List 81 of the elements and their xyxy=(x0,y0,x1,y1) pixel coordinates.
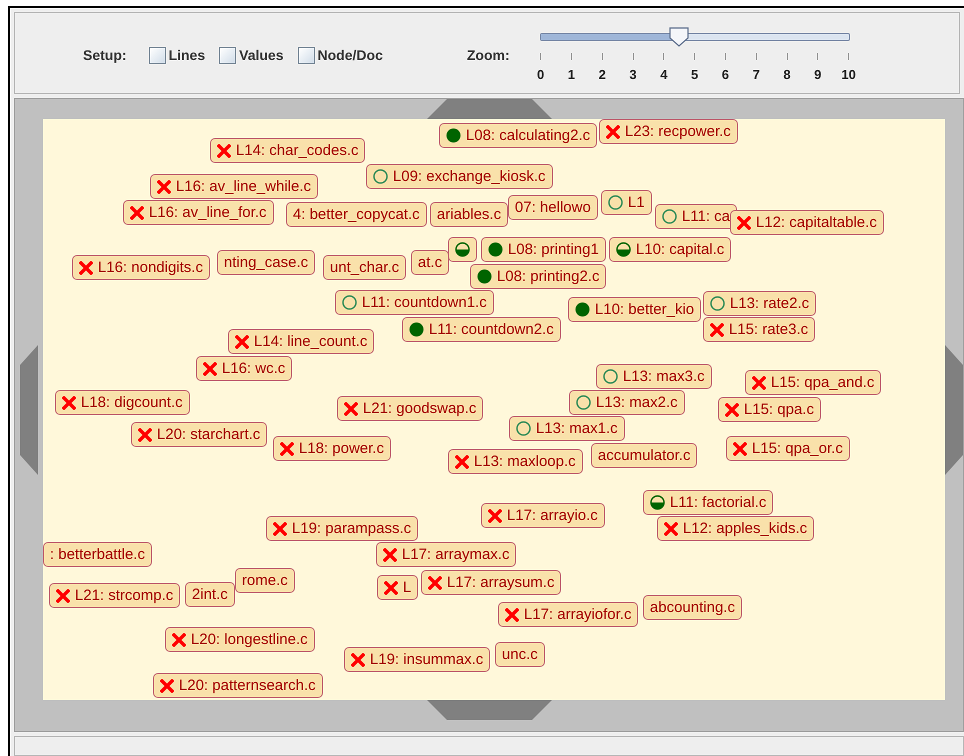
file-node[interactable]: L17: arraymax.c xyxy=(376,542,516,567)
file-node[interactable]: nting_case.c xyxy=(216,250,316,275)
tick-label: 9 xyxy=(814,66,822,84)
file-node[interactable]: L11: ca xyxy=(654,204,737,229)
file-node[interactable]: L16: av_line_while.c xyxy=(150,174,318,199)
file-node[interactable]: L xyxy=(376,575,418,600)
file-node[interactable]: 4: better_copycat.c xyxy=(286,202,427,227)
file-node[interactable]: L15: rate3.c xyxy=(702,317,816,342)
tick-label: 6 xyxy=(722,66,730,84)
file-node[interactable]: L1 xyxy=(600,190,652,215)
tick-label: 10 xyxy=(841,66,856,84)
file-node[interactable]: L14: line_count.c xyxy=(228,329,374,354)
file-node[interactable]: abcounting.c xyxy=(642,595,742,620)
file-node[interactable]: L08: printing2.c xyxy=(470,264,606,289)
file-node[interactable]: L16: wc.c xyxy=(196,356,292,381)
tick-label: 2 xyxy=(598,66,606,84)
file-node[interactable]: L13: rate2.c xyxy=(702,291,816,316)
tick-label: 0 xyxy=(537,66,544,84)
tick-label: 8 xyxy=(783,66,791,84)
file-node[interactable]: L15: qpa_and.c xyxy=(744,370,882,395)
tick-label: 3 xyxy=(629,66,637,84)
file-node[interactable]: unt_char.c xyxy=(322,255,406,280)
file-node[interactable]: L19: insummax.c xyxy=(344,647,490,672)
file-node[interactable]: L15: qpa_or.c xyxy=(726,436,850,461)
zoom-slider[interactable] xyxy=(540,27,850,47)
file-node[interactable]: unc.c xyxy=(494,642,545,667)
file-node[interactable]: at.c xyxy=(410,250,450,275)
file-node[interactable]: accumulator.c xyxy=(590,443,698,468)
scroll-down-arrow-icon[interactable] xyxy=(426,700,552,720)
zoom-label: Zoom: xyxy=(466,46,510,65)
file-node[interactable]: L14: char_codes.c xyxy=(210,138,366,163)
file-node[interactable]: L16: av_line_for.c xyxy=(122,200,274,225)
checkbox[interactable]: Values xyxy=(219,45,284,66)
file-node[interactable]: : betterbattle.c xyxy=(42,542,152,567)
scroll-right-arrow-icon[interactable] xyxy=(945,344,963,474)
file-node[interactable]: L20: longestline.c xyxy=(164,627,315,652)
setup-label: Setup: xyxy=(83,46,127,65)
file-node[interactable]: L13: maxloop.c xyxy=(448,449,583,474)
scroll-left-arrow-icon[interactable] xyxy=(20,344,38,474)
file-node[interactable]: L13: max1.c xyxy=(508,416,625,441)
file-node[interactable]: L08: printing1 xyxy=(480,237,606,262)
file-node[interactable]: L13: max2.c xyxy=(568,390,685,415)
file-node[interactable]: L20: starchart.c xyxy=(130,422,268,447)
file-node[interactable]: L18: power.c xyxy=(272,436,391,461)
file-node[interactable]: L18: digcount.c xyxy=(54,390,190,415)
checkbox[interactable]: Node/Doc xyxy=(298,45,383,66)
file-node[interactable]: L11: countdown1.c xyxy=(334,290,494,315)
file-node[interactable]: L12: capitaltable.c xyxy=(730,210,884,235)
checkbox[interactable]: Lines xyxy=(148,45,206,66)
tick-label: 5 xyxy=(690,66,698,84)
file-node[interactable] xyxy=(448,237,477,262)
file-node[interactable]: L10: capital.c xyxy=(608,237,732,262)
slider-thumb[interactable] xyxy=(669,27,690,47)
file-node[interactable]: rome.c xyxy=(234,568,295,593)
file-node[interactable]: L16: nondigits.c xyxy=(72,255,210,280)
file-node[interactable]: L19: parampass.c xyxy=(266,516,418,541)
file-node[interactable]: L11: countdown2.c xyxy=(402,317,561,342)
tick-label: 7 xyxy=(752,66,760,84)
file-node[interactable]: L20: patternsearch.c xyxy=(152,673,323,698)
file-node[interactable]: L13: max3.c xyxy=(596,364,712,389)
file-node[interactable]: L10: better_kio xyxy=(568,297,702,322)
checkbox-label: Values xyxy=(239,46,284,65)
tick-label: 4 xyxy=(660,66,668,84)
file-node[interactable]: L09: exchange_kiosk.c xyxy=(366,164,553,189)
checkbox-label: Lines xyxy=(168,46,206,65)
tick-label: 1 xyxy=(568,66,576,84)
checkbox-label: Node/Doc xyxy=(318,46,383,65)
file-node[interactable]: L15: qpa.c xyxy=(718,397,821,422)
file-node[interactable]: L11: factorial.c xyxy=(642,490,774,515)
file-node[interactable]: 2int.c xyxy=(184,582,235,607)
file-node[interactable]: ariables.c xyxy=(430,202,508,227)
file-node[interactable]: L21: strcomp.c xyxy=(48,583,180,608)
file-node[interactable]: 07: hellowo xyxy=(508,195,598,220)
file-node[interactable]: L21: goodswap.c xyxy=(336,396,484,421)
file-node[interactable]: L17: arraysum.c xyxy=(420,570,562,595)
file-node[interactable]: L08: calculating2.c xyxy=(438,123,598,148)
file-node[interactable]: L17: arrayiofor.c xyxy=(498,602,638,627)
scroll-up-arrow-icon[interactable] xyxy=(426,99,552,119)
file-node[interactable]: L17: arrayio.c xyxy=(480,503,605,528)
file-node[interactable]: L12: apples_kids.c xyxy=(656,516,814,541)
file-node[interactable]: L23: recpower.c xyxy=(598,119,738,144)
